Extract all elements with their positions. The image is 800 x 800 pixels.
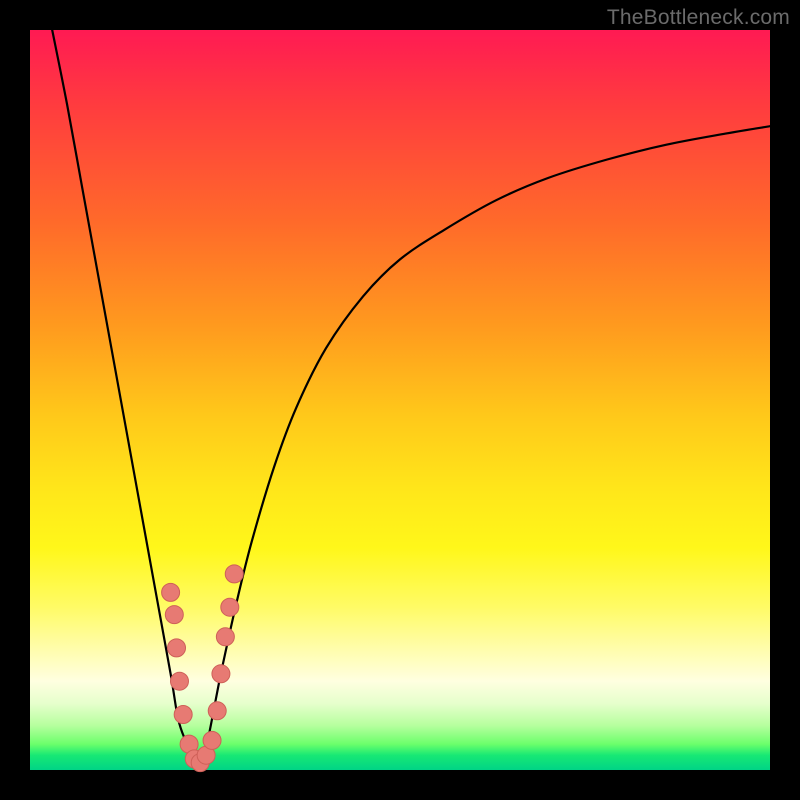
outer-frame: TheBottleneck.com (0, 0, 800, 800)
scatter-points (162, 565, 244, 772)
data-point (174, 706, 192, 724)
data-point (162, 583, 180, 601)
curve-right (200, 126, 770, 762)
data-point (170, 672, 188, 690)
data-point (221, 598, 239, 616)
data-point (212, 665, 230, 683)
data-point (168, 639, 186, 657)
plot-area (30, 30, 770, 770)
chart-svg (30, 30, 770, 770)
data-point (225, 565, 243, 583)
watermark-text: TheBottleneck.com (607, 6, 790, 30)
data-point (203, 731, 221, 749)
data-point (216, 628, 234, 646)
data-point (165, 606, 183, 624)
data-point (208, 702, 226, 720)
